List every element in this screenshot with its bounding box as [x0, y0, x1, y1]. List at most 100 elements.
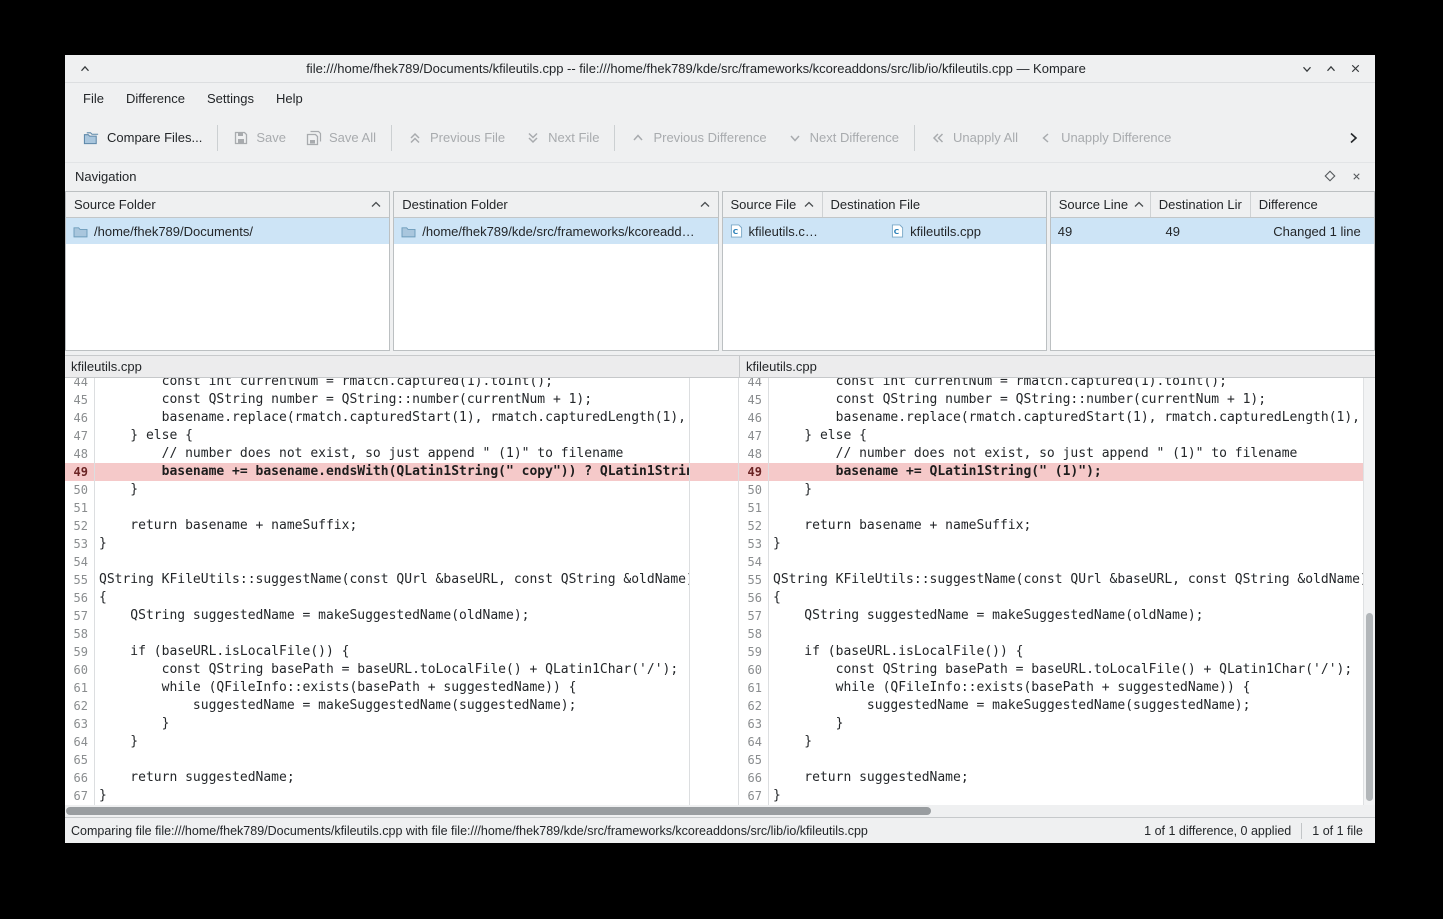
sort-ascending-icon: [700, 201, 710, 208]
maximize-button[interactable]: [1319, 58, 1343, 80]
unapply-difference-label: Unapply Difference: [1061, 130, 1171, 145]
destination-folder-panel: Destination Folder /home/fhek789/kde/src…: [393, 191, 718, 351]
cpp-file-icon: C: [891, 224, 904, 238]
differences-panel: Source Line Destination Lir Difference 4…: [1050, 191, 1375, 351]
chevron-down-icon: [1300, 62, 1314, 76]
destination-file-name: kfileutils.cpp: [910, 224, 981, 239]
dock-close-button[interactable]: [1347, 167, 1365, 185]
chevron-down-icon: [787, 130, 803, 146]
header-source-file[interactable]: Source File: [723, 192, 823, 217]
left-gutter: 4445464748495051525354555657585960616263…: [65, 378, 95, 805]
previous-file-label: Previous File: [430, 130, 505, 145]
save-all-label: Save All: [329, 130, 376, 145]
statusbar: Comparing file file:///home/fhek789/Docu…: [65, 817, 1375, 843]
close-icon: [1349, 62, 1362, 75]
files-list: C kfileutils.c… C kfileutils.cpp: [723, 218, 1046, 350]
destination-folder-row[interactable]: /home/fhek789/kde/src/frameworks/kcoread…: [394, 218, 717, 244]
status-files: 1 of 1 file: [1312, 824, 1363, 838]
difference-row[interactable]: 49 49 Changed 1 line: [1051, 218, 1374, 244]
files-panel: Source File Destination File C kfileutil…: [722, 191, 1047, 351]
header-destination-line[interactable]: Destination Lir: [1151, 192, 1251, 217]
compare-files-label: Compare Files...: [107, 130, 202, 145]
toolbar-separator: [914, 125, 915, 151]
previous-difference-label: Previous Difference: [653, 130, 766, 145]
source-folder-row[interactable]: /home/fhek789/Documents/: [66, 218, 389, 244]
next-difference-button[interactable]: Next Difference: [777, 121, 909, 155]
source-folder-panel: Source Folder /home/fhek789/Documents/: [65, 191, 390, 351]
keep-above-button[interactable]: [73, 58, 97, 80]
header-source-line[interactable]: Source Line: [1051, 192, 1151, 217]
menu-help[interactable]: Help: [266, 86, 313, 111]
right-code[interactable]: const int currentNum = rmatch.captured(1…: [769, 378, 1363, 805]
save-all-button[interactable]: Save All: [296, 121, 386, 155]
chevron-left-icon: [1038, 130, 1054, 146]
unapply-difference-button[interactable]: Unapply Difference: [1028, 121, 1181, 155]
destination-line-value: 49: [1166, 224, 1180, 239]
header-destination-file[interactable]: Destination File: [823, 192, 1046, 217]
left-pane-title: kfileutils.cpp: [65, 356, 739, 378]
status-separator: [1301, 823, 1302, 839]
save-label: Save: [256, 130, 286, 145]
header-destination-file-label: Destination File: [831, 197, 921, 212]
horizontal-scrollbar[interactable]: [65, 805, 1375, 817]
next-difference-label: Next Difference: [810, 130, 899, 145]
vertical-scrollbar-handle[interactable]: [1366, 613, 1373, 801]
header-difference[interactable]: Difference: [1251, 192, 1374, 217]
left-code[interactable]: const int currentNum = rmatch.captured(1…: [95, 378, 689, 805]
chevron-up-icon: [1324, 62, 1338, 76]
toolbar-separator: [217, 125, 218, 151]
horizontal-scrollbar-handle[interactable]: [66, 807, 931, 815]
status-differences: 1 of 1 difference, 0 applied: [1144, 824, 1291, 838]
toolbar-separator: [614, 125, 615, 151]
chevron-up-icon: [78, 62, 92, 76]
dock-float-button[interactable]: [1321, 167, 1339, 185]
diff-connector: [689, 378, 739, 805]
minimize-button[interactable]: [1295, 58, 1319, 80]
source-folder-path: /home/fhek789/Documents/: [94, 224, 253, 239]
header-destination-folder[interactable]: Destination Folder: [394, 192, 717, 217]
header-difference-label: Difference: [1259, 197, 1318, 212]
sort-ascending-icon: [371, 201, 381, 208]
status-comparing: Comparing file file:///home/fhek789/Docu…: [71, 824, 1134, 838]
chevron-right-icon: [1345, 130, 1361, 146]
previous-file-button[interactable]: Previous File: [397, 121, 515, 155]
titlebar: file:///home/fhek789/Documents/kfileutil…: [65, 55, 1375, 83]
toolbar-overflow-button[interactable]: [1339, 124, 1367, 152]
difference-value: Changed 1 line: [1273, 224, 1360, 239]
navigation-dock-title: Navigation: [75, 169, 1313, 184]
right-pane-title: kfileutils.cpp: [739, 356, 1375, 378]
diamond-icon: [1324, 170, 1336, 182]
unapply-all-button[interactable]: Unapply All: [920, 121, 1028, 155]
header-source-folder[interactable]: Source Folder: [66, 192, 389, 217]
next-file-button[interactable]: Next File: [515, 121, 609, 155]
previous-difference-button[interactable]: Previous Difference: [620, 121, 776, 155]
svg-text:C: C: [732, 227, 737, 236]
differences-list: 49 49 Changed 1 line: [1051, 218, 1374, 350]
folder-icon: [401, 225, 416, 238]
menubar: File Difference Settings Help: [65, 83, 1375, 113]
vertical-scrollbar[interactable]: [1363, 378, 1375, 805]
files-row[interactable]: C kfileutils.c… C kfileutils.cpp: [723, 218, 1046, 244]
menu-difference[interactable]: Difference: [116, 86, 195, 111]
chevron-up-icon: [630, 130, 646, 146]
sort-ascending-icon: [804, 201, 814, 208]
header-source-file-label: Source File: [731, 197, 797, 212]
kompare-window: file:///home/fhek789/Documents/kfileutil…: [65, 55, 1375, 843]
save-button[interactable]: Save: [223, 121, 296, 155]
close-button[interactable]: [1343, 58, 1367, 80]
source-line-value: 49: [1058, 224, 1072, 239]
header-destination-folder-label: Destination Folder: [402, 197, 508, 212]
menu-settings[interactable]: Settings: [197, 86, 264, 111]
right-gutter: 4445464748495051525354555657585960616263…: [739, 378, 769, 805]
double-chevron-left-icon: [930, 130, 946, 146]
header-destination-line-label: Destination Lir: [1159, 197, 1242, 212]
diff-view: kfileutils.cpp kfileutils.cpp 4445464748…: [65, 355, 1375, 805]
header-source-line-label: Source Line: [1059, 197, 1128, 212]
compare-folders-icon: [83, 130, 100, 146]
compare-files-button[interactable]: Compare Files...: [73, 121, 212, 155]
menu-file[interactable]: File: [73, 86, 114, 111]
destination-folder-path: /home/fhek789/kde/src/frameworks/kcoread…: [422, 224, 694, 239]
header-source-folder-label: Source Folder: [74, 197, 156, 212]
navigation-dock-header[interactable]: Navigation: [65, 163, 1375, 189]
navigation-panels: Source Folder /home/fhek789/Documents/: [65, 189, 1375, 355]
